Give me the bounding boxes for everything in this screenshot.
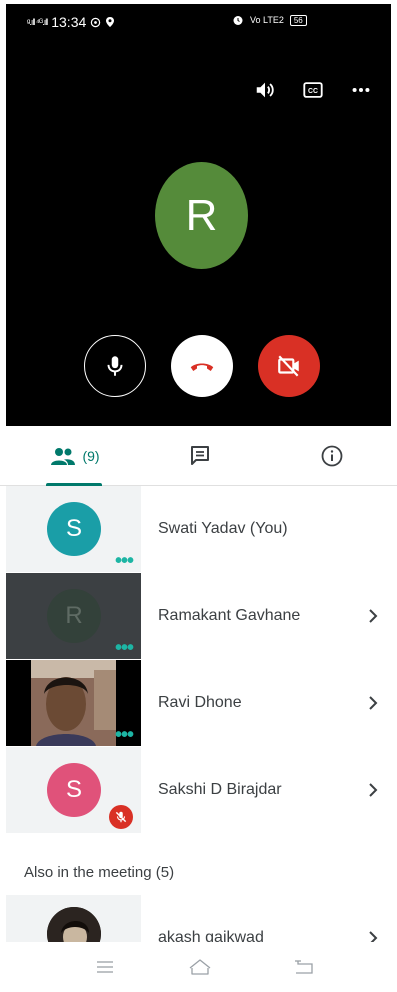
system-navigation-bar xyxy=(0,942,397,992)
more-icon xyxy=(352,87,370,93)
chevron-right-icon[interactable] xyxy=(367,928,379,943)
participant-name: Ravi Dhone xyxy=(158,694,242,711)
more-options-button[interactable] xyxy=(349,78,373,102)
captions-button[interactable]: CC xyxy=(301,78,325,102)
microphone-button[interactable] xyxy=(84,335,146,397)
participant-thumbnail: ••• xyxy=(6,660,141,746)
also-in-meeting-label: Also in the meeting (5) xyxy=(24,864,175,881)
avatar xyxy=(47,907,101,943)
tab-chat[interactable] xyxy=(176,426,224,486)
whatsapp-icon xyxy=(91,17,101,27)
volume-button[interactable] xyxy=(253,78,277,102)
meeting-tabs: (9) xyxy=(0,426,397,486)
participant-row[interactable]: akash gaikwad xyxy=(0,895,397,943)
main-avatar: R xyxy=(155,162,248,269)
participant-thumbnail: S xyxy=(6,747,141,833)
people-icon xyxy=(51,448,76,465)
participant-thumbnail: R ••• xyxy=(6,573,141,659)
camera-button[interactable] xyxy=(258,335,320,397)
chevron-right-icon[interactable] xyxy=(367,780,379,800)
people-count: (9) xyxy=(82,448,100,464)
signal-indicator: ᵍ.ıll ⁴ᴳ.ıll xyxy=(27,17,48,27)
volume-icon xyxy=(256,82,274,98)
participant-name: Ramakant Gavhane xyxy=(158,607,301,624)
svg-text:CC: CC xyxy=(308,88,318,95)
avatar: S xyxy=(47,763,101,817)
status-time: 13:34 xyxy=(51,14,87,30)
status-bar: ᵍ.ıll ⁴ᴳ.ıll 13:34 Vo LTE2 56 xyxy=(6,4,391,34)
participant-thumbnail xyxy=(6,895,141,943)
speaking-indicator-icon: ••• xyxy=(114,637,134,659)
camera-off-icon xyxy=(278,355,299,377)
participant-name: akash gaikwad xyxy=(158,929,264,943)
participant-row[interactable]: ••• Ravi Dhone xyxy=(0,660,397,746)
avatar: S xyxy=(47,502,101,556)
participant-thumbnail: S ••• xyxy=(6,486,141,572)
chevron-right-icon[interactable] xyxy=(367,606,379,626)
tab-people[interactable]: (9) xyxy=(40,426,110,486)
menu-icon[interactable] xyxy=(93,955,117,979)
back-icon[interactable] xyxy=(292,955,316,979)
home-icon[interactable] xyxy=(188,955,212,979)
chevron-right-icon[interactable] xyxy=(367,693,379,713)
alarm-icon xyxy=(233,16,243,25)
end-call-icon xyxy=(190,363,214,371)
battery-indicator: 56 xyxy=(289,14,307,26)
participant-row[interactable]: S ••• Swati Yadav (You) xyxy=(0,486,397,572)
info-icon xyxy=(321,445,343,467)
call-view: ᵍ.ıll ⁴ᴳ.ıll 13:34 Vo LTE2 56 CC R xyxy=(6,4,391,426)
speaking-indicator-icon: ••• xyxy=(114,550,134,572)
participant-row[interactable]: R ••• Ramakant Gavhane xyxy=(0,573,397,659)
muted-badge xyxy=(109,805,133,829)
avatar: R xyxy=(47,589,101,643)
participant-row[interactable]: S Sakshi D Birajdar xyxy=(0,747,397,833)
speaking-indicator-icon: ••• xyxy=(114,724,134,746)
chat-icon xyxy=(191,446,209,465)
mic-icon xyxy=(107,356,123,376)
end-call-button[interactable] xyxy=(171,335,233,397)
captions-icon: CC xyxy=(303,82,323,98)
participant-name: Swati Yadav (You) xyxy=(158,520,288,537)
location-icon xyxy=(106,17,115,27)
tab-info[interactable] xyxy=(308,426,356,486)
participant-name: Sakshi D Birajdar xyxy=(158,781,282,798)
mic-off-icon xyxy=(115,811,127,823)
volte-indicator: Vo LTE2 xyxy=(250,15,284,25)
